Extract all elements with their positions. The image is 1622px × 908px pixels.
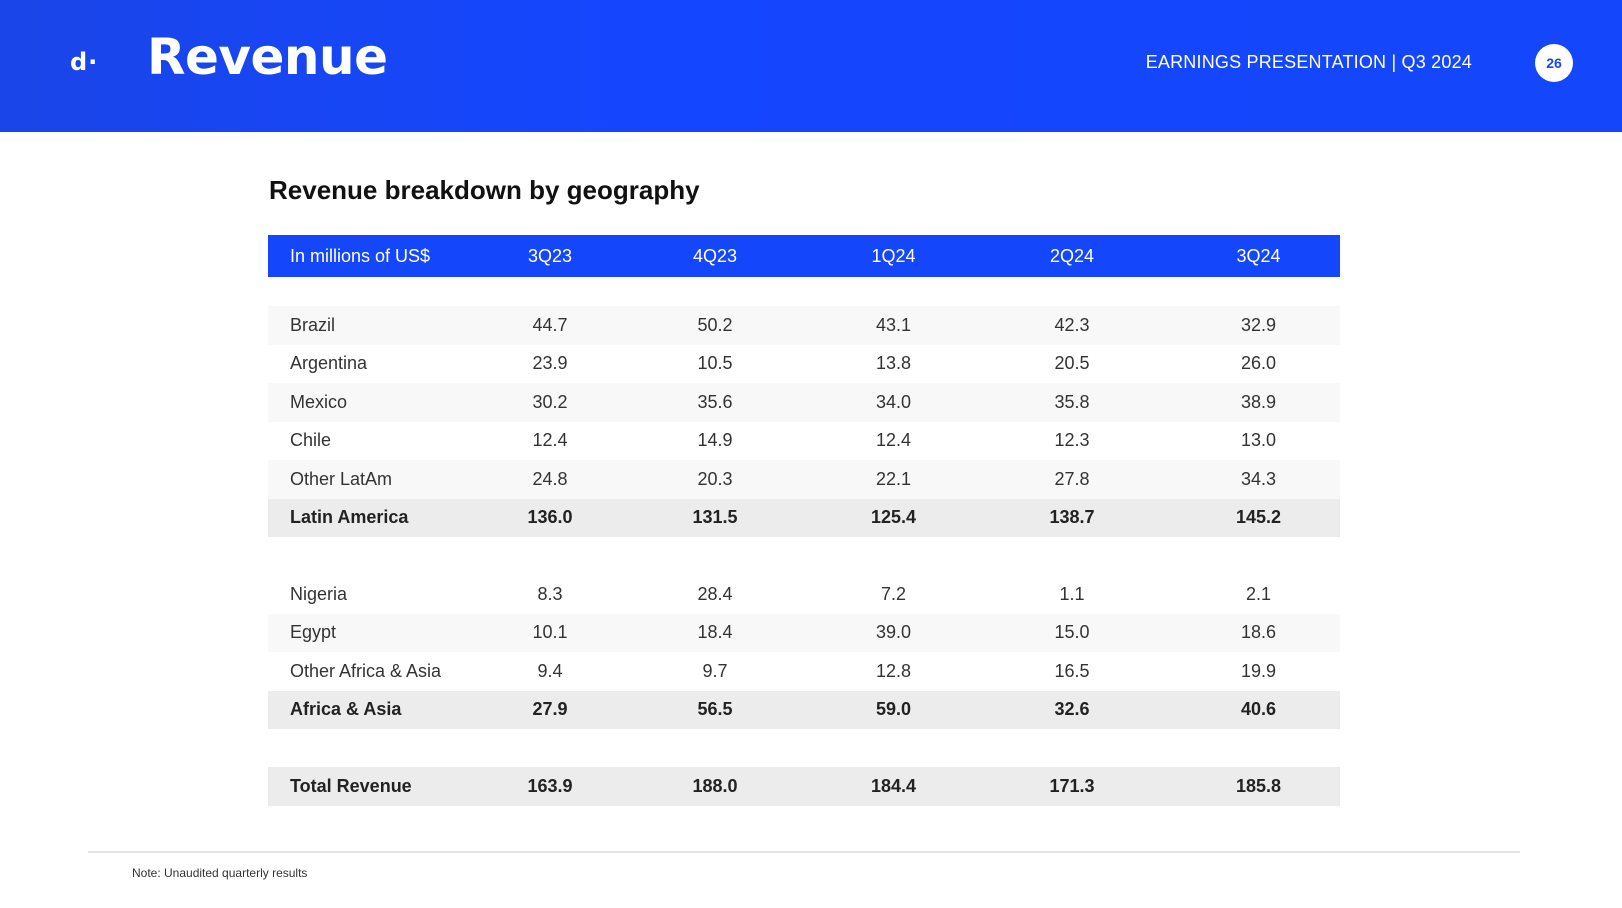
table-row: Egypt 10.1 18.4 39.0 15.0 18.6 [268, 613, 1340, 652]
table-cell: 22.1 [875, 468, 912, 489]
unit-label: In millions of US$ [290, 245, 431, 266]
table-cell: 32.9 [1240, 314, 1277, 335]
table-cell: 131.5 [692, 507, 738, 528]
table-cell: 125.4 [870, 507, 917, 528]
row-label: Africa & Asia [290, 699, 402, 720]
table-cell: 136.0 [527, 507, 573, 528]
footer-divider [88, 851, 1520, 853]
table-cell: 43.1 [875, 314, 912, 335]
table-row: Brazil 44.7 50.2 43.1 42.3 32.9 [268, 306, 1340, 345]
table-cell: 188.0 [692, 775, 738, 796]
table-cell: 38.9 [1240, 391, 1277, 412]
table-cell: 40.6 [1240, 699, 1277, 720]
table-cell: 27.8 [1054, 468, 1090, 489]
table-cell: 2.1 [1245, 583, 1272, 604]
footer-note: Note: Unaudited quarterly results [132, 866, 308, 880]
table-cell: 13.0 [1240, 430, 1277, 451]
table-cell: 39.0 [875, 622, 912, 643]
column-header: 3Q24 [1236, 245, 1281, 266]
table-cell: 23.9 [532, 353, 568, 374]
table-cell: 24.8 [532, 468, 568, 489]
slide: d· Revenue EARNINGS PRESENTATION | Q3 20… [0, 0, 1622, 908]
table-cell: 44.7 [532, 314, 568, 335]
revenue-table: In millions of US$ 3Q23 4Q23 1Q24 2Q24 3… [268, 235, 1340, 806]
table-cell: 19.9 [1240, 660, 1277, 681]
table-row: Argentina 23.9 10.5 13.8 20.5 26.0 [268, 345, 1340, 384]
table-cell: 18.4 [697, 622, 733, 643]
table-cell: 27.9 [532, 699, 568, 720]
row-label: Argentina [290, 353, 368, 374]
table-cell: 26.0 [1240, 353, 1277, 374]
table-cell: 163.9 [527, 775, 573, 796]
table-cell: 12.3 [1054, 430, 1090, 451]
subtotal-row: Latin America 136.0 131.5 125.4 138.7 145.2 [268, 498, 1340, 537]
table-cell: 9.4 [537, 660, 563, 681]
table-cell: 184.4 [870, 775, 917, 796]
subtotal-row: Africa & Asia 27.9 56.5 59.0 32.6 40.6 [268, 690, 1340, 729]
table-cell: 20.3 [697, 468, 733, 489]
table-row: Mexico 30.2 35.6 34.0 35.8 38.9 [268, 383, 1340, 422]
table-cell: 10.5 [697, 353, 733, 374]
row-label: Total Revenue [290, 775, 412, 796]
table-header-row: In millions of US$ 3Q23 4Q23 1Q24 2Q24 3… [268, 235, 1340, 277]
table-cell: 34.3 [1240, 468, 1277, 489]
table-cell: 185.8 [1235, 775, 1282, 796]
table-cell: 59.0 [875, 699, 912, 720]
table-cell: 35.8 [1054, 391, 1090, 412]
table-cell: 20.5 [1054, 353, 1090, 374]
table-row: Other LatAm 24.8 20.3 22.1 27.8 34.3 [268, 460, 1340, 499]
section-title: Revenue breakdown by geography [269, 175, 700, 205]
table-cell: 1.1 [1059, 583, 1085, 604]
table-cell: 30.2 [532, 391, 568, 412]
column-header: 2Q24 [1049, 245, 1095, 266]
page-title: Revenue [147, 28, 388, 86]
total-row: Total Revenue 163.9 188.0 184.4 171.3 185.8 [268, 767, 1340, 806]
table-cell: 145.2 [1235, 507, 1282, 528]
table-cell: 138.7 [1049, 507, 1095, 528]
table-cell: 9.7 [702, 660, 728, 681]
table-cell: 42.3 [1054, 314, 1090, 335]
table-cell: 14.9 [697, 430, 733, 451]
table-cell: 56.5 [697, 699, 733, 720]
row-label: Brazil [290, 314, 336, 335]
table-cell: 15.0 [1054, 622, 1090, 643]
column-header: 3Q23 [527, 245, 573, 266]
table-cell: 50.2 [697, 314, 733, 335]
row-spacer [268, 729, 1340, 767]
table-row: Nigeria 8.3 28.4 7.2 1.1 2.1 [268, 575, 1340, 614]
row-label: Egypt [290, 622, 337, 643]
row-spacer [268, 277, 1340, 306]
table-cell: 28.4 [697, 583, 733, 604]
table-cell: 12.8 [875, 660, 912, 681]
row-label: Chile [290, 430, 332, 451]
table-cell: 12.4 [875, 430, 912, 451]
table-body: Brazil 44.7 50.2 43.1 42.3 32.9 Argentina 23.9 1… [268, 277, 1340, 806]
table-row: Other Africa & Asia 9.4 9.7 12.8 16.5 19.9 [268, 652, 1340, 691]
table-cell: 10.1 [532, 622, 568, 643]
table-row: Chile 12.4 14.9 12.4 12.3 13.0 [268, 422, 1340, 461]
row-label: Latin America [290, 507, 409, 528]
row-label: Mexico [290, 391, 348, 412]
row-label: Other LatAm [290, 468, 393, 489]
table-cell: 8.3 [537, 583, 563, 604]
column-header: 4Q23 [692, 245, 738, 266]
table-cell: 13.8 [875, 353, 912, 374]
row-spacer [268, 537, 1340, 575]
table-cell: 35.6 [697, 391, 733, 412]
row-label: Nigeria [290, 583, 348, 604]
table-cell: 12.4 [532, 430, 568, 451]
presentation-label: EARNINGS PRESENTATION | Q3 2024 [1145, 52, 1472, 72]
table-cell: 16.5 [1054, 660, 1090, 681]
table-cell: 32.6 [1054, 699, 1090, 720]
column-header: 1Q24 [871, 245, 916, 266]
header-banner: d· Revenue EARNINGS PRESENTATION | Q3 20… [0, 0, 1622, 132]
table-cell: 34.0 [875, 391, 912, 412]
table-cell: 18.6 [1240, 622, 1277, 643]
row-label: Other Africa & Asia [290, 660, 442, 681]
table-cell: 171.3 [1049, 775, 1095, 796]
table-cell: 7.2 [880, 583, 907, 604]
page-number-badge: 26 [1535, 44, 1573, 82]
logo: d· [70, 48, 99, 76]
